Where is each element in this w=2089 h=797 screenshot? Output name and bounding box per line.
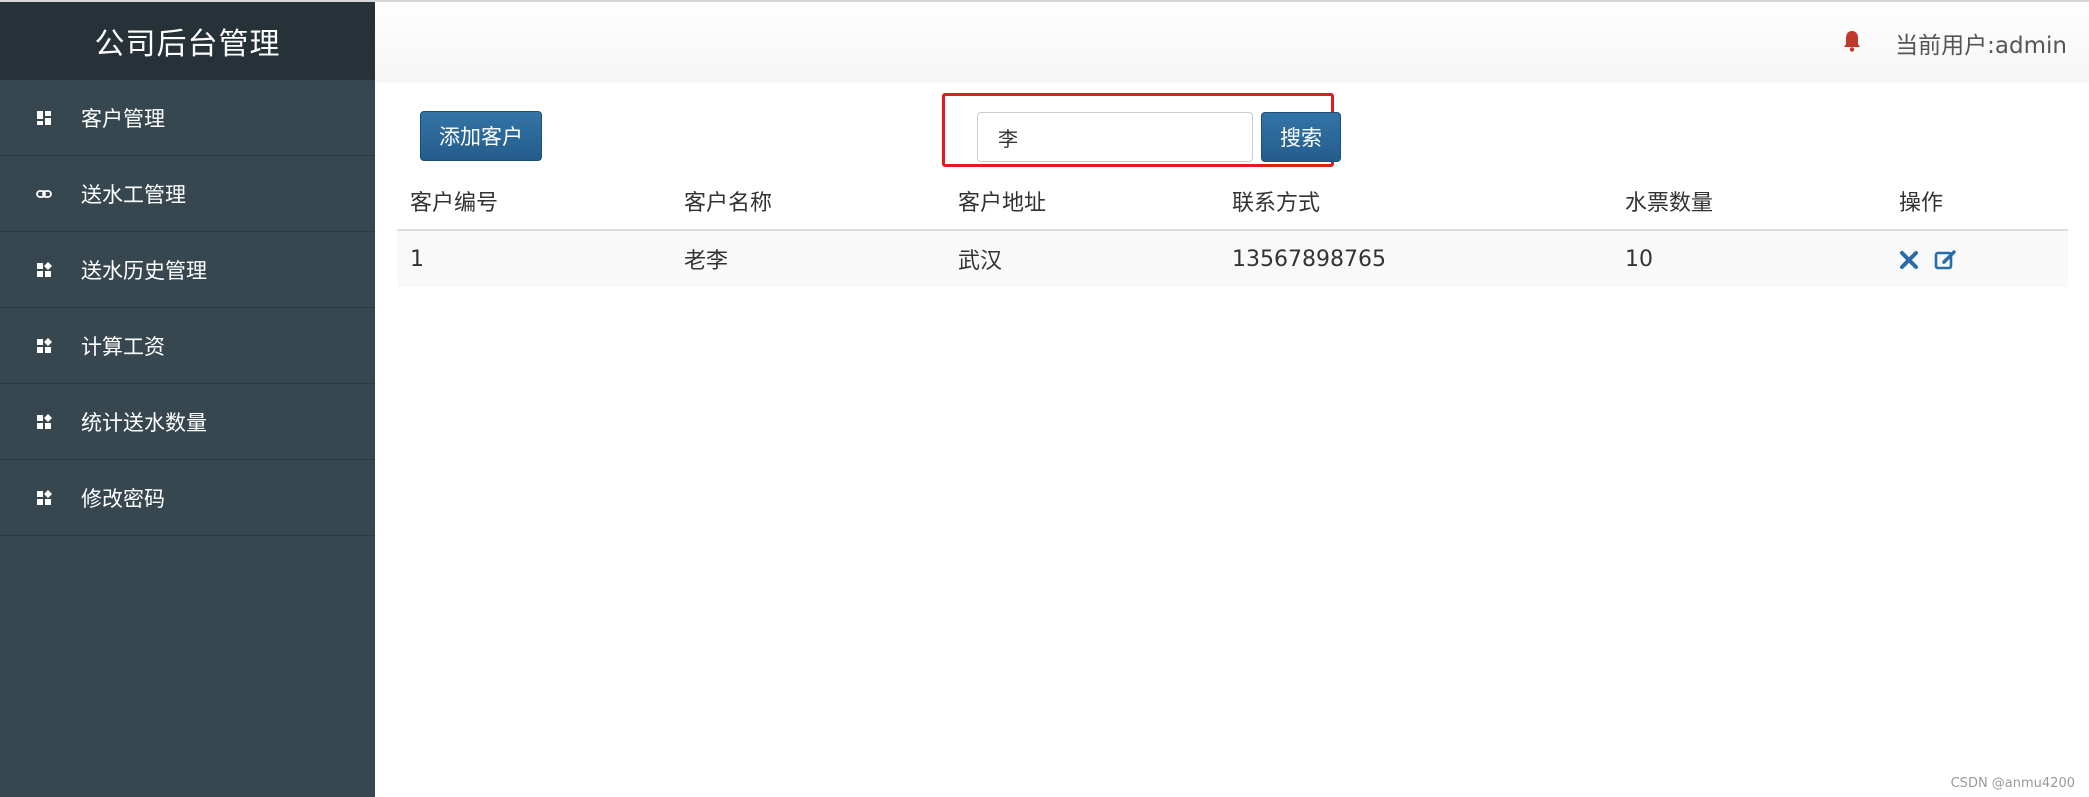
top-header: 当前用户:admin xyxy=(375,2,2089,80)
dashboard-icon xyxy=(36,489,52,506)
delete-icon[interactable] xyxy=(1899,250,1919,270)
column-header-actions: 操作 xyxy=(1886,172,2068,231)
cell-contact: 13567898765 xyxy=(1219,230,1612,287)
watermark: CSDN @anmu4200 xyxy=(1950,776,2075,791)
sidebar-item-history[interactable]: 送水历史管理 xyxy=(0,232,375,308)
app-title: 公司后台管理 xyxy=(0,2,375,80)
sidebar: 公司后台管理 客户管理 送水工管理 送水历史管理 计算工资 统计送水数量 修改密… xyxy=(0,2,375,797)
sidebar-item-workers[interactable]: 送水工管理 xyxy=(0,156,375,232)
cell-tickets: 10 xyxy=(1612,230,1886,287)
sidebar-item-label: 计算工资 xyxy=(81,334,165,359)
link-icon xyxy=(36,186,52,202)
sidebar-nav: 客户管理 送水工管理 送水历史管理 计算工资 统计送水数量 修改密码 xyxy=(0,80,375,536)
column-header-tickets: 水票数量 xyxy=(1612,172,1886,231)
cell-id: 1 xyxy=(397,230,671,287)
main-content: 添加客户 搜索 客户编号 客户名称 客户地址 联系方式 水票数量 操作 1 老李… xyxy=(375,80,2089,797)
table-row: 1 老李 武汉 13567898765 10 xyxy=(397,230,2068,287)
sidebar-item-salary[interactable]: 计算工资 xyxy=(0,308,375,384)
dashboard-icon xyxy=(36,337,52,354)
column-header-name: 客户名称 xyxy=(671,172,945,231)
current-user-label: 当前用户:admin xyxy=(1895,33,2067,59)
cell-address: 武汉 xyxy=(945,230,1219,287)
dashboard-icon xyxy=(36,110,52,126)
sidebar-item-customers[interactable]: 客户管理 xyxy=(0,80,375,156)
dashboard-icon xyxy=(36,261,52,278)
search-button[interactable]: 搜索 xyxy=(1261,112,1341,162)
sidebar-item-password[interactable]: 修改密码 xyxy=(0,460,375,536)
sidebar-item-label: 统计送水数量 xyxy=(81,410,207,435)
dashboard-icon xyxy=(36,413,52,430)
table-header-row: 客户编号 客户名称 客户地址 联系方式 水票数量 操作 xyxy=(397,172,2068,231)
sidebar-item-label: 客户管理 xyxy=(81,106,165,131)
sidebar-item-label: 送水工管理 xyxy=(81,182,186,207)
add-customer-button[interactable]: 添加客户 xyxy=(420,111,542,161)
column-header-id: 客户编号 xyxy=(397,172,671,231)
bell-icon[interactable] xyxy=(1843,30,1861,52)
cell-actions xyxy=(1886,230,2068,287)
customer-table: 客户编号 客户名称 客户地址 联系方式 水票数量 操作 1 老李 武汉 1356… xyxy=(397,172,2068,287)
sidebar-item-statistics[interactable]: 统计送水数量 xyxy=(0,384,375,460)
sidebar-item-label: 修改密码 xyxy=(81,486,165,511)
cell-name: 老李 xyxy=(671,230,945,287)
column-header-contact: 联系方式 xyxy=(1219,172,1612,231)
search-input[interactable] xyxy=(977,112,1253,162)
sidebar-item-label: 送水历史管理 xyxy=(81,258,207,283)
column-header-address: 客户地址 xyxy=(945,172,1219,231)
edit-icon[interactable] xyxy=(1934,249,1958,271)
